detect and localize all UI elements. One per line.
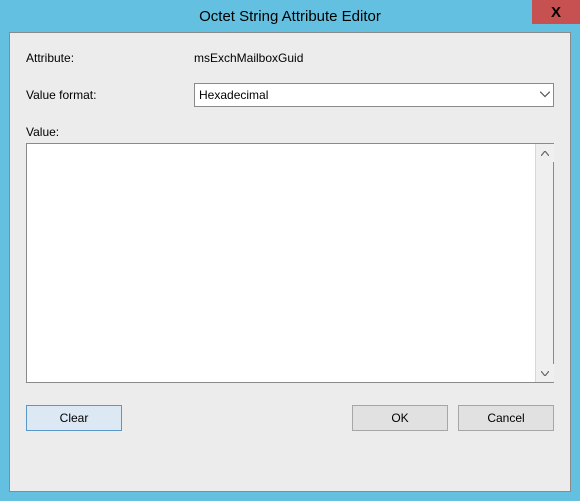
button-row: Clear OK Cancel xyxy=(26,405,554,431)
value-area-container xyxy=(26,143,554,383)
cancel-button[interactable]: Cancel xyxy=(458,405,554,431)
value-label: Value: xyxy=(26,125,554,139)
value-textarea[interactable] xyxy=(27,144,535,382)
scroll-up-button[interactable] xyxy=(536,144,554,162)
attribute-name: msExchMailboxGuid xyxy=(194,51,303,65)
title-bar[interactable]: Octet String Attribute Editor X xyxy=(0,0,580,32)
value-format-select-wrap: Hexadecimal xyxy=(194,83,554,107)
dialog-window: Octet String Attribute Editor X Attribut… xyxy=(0,0,580,501)
button-row-left: Clear xyxy=(26,405,122,431)
button-row-right: OK Cancel xyxy=(352,405,554,431)
value-format-row: Value format: Hexadecimal xyxy=(26,83,554,107)
chevron-up-icon xyxy=(541,151,549,156)
value-format-select[interactable]: Hexadecimal xyxy=(194,83,554,107)
attribute-row: Attribute: msExchMailboxGuid xyxy=(26,51,554,65)
attribute-label: Attribute: xyxy=(26,51,194,65)
ok-button[interactable]: OK xyxy=(352,405,448,431)
chevron-down-icon xyxy=(541,371,549,376)
scroll-down-button[interactable] xyxy=(536,364,554,382)
clear-button[interactable]: Clear xyxy=(26,405,122,431)
close-icon: X xyxy=(551,4,561,21)
close-button[interactable]: X xyxy=(532,0,580,24)
value-format-label: Value format: xyxy=(26,88,194,102)
dialog-content: Attribute: msExchMailboxGuid Value forma… xyxy=(9,32,571,492)
window-title: Octet String Attribute Editor xyxy=(0,8,580,25)
vertical-scrollbar[interactable] xyxy=(535,144,553,382)
